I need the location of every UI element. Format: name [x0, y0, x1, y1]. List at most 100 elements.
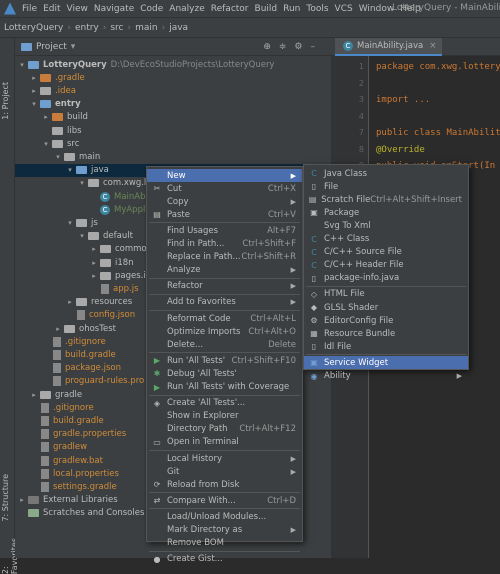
- menu-build[interactable]: Build: [255, 4, 278, 14]
- collapsed-arrow-icon[interactable]: ▸: [42, 113, 50, 121]
- tree-row[interactable]: ▾ entry: [15, 98, 331, 111]
- menu-item-find-in-path[interactable]: Find in Path... Ctrl+Shift+F: [147, 238, 302, 251]
- menu-item-package-info-java[interactable]: ▯ package-info.java: [304, 272, 468, 285]
- tree-row[interactable]: ▸ build: [15, 111, 331, 124]
- menu-item-cut[interactable]: ✂ Cut Ctrl+X: [147, 182, 302, 195]
- menu-item-java-class[interactable]: C Java Class: [304, 167, 468, 180]
- tree-row[interactable]: ▾ src: [15, 137, 331, 150]
- breadcrumb-item[interactable]: LotteryQuery: [4, 23, 63, 33]
- menu-item-reload-from-disk[interactable]: ⟳ Reload from Disk: [147, 478, 302, 491]
- menu-item-label: Replace in Path...: [167, 252, 241, 263]
- menu-item-local-history[interactable]: Local History ▶: [147, 452, 302, 465]
- editor-tab[interactable]: C MainAbility.java ×: [335, 38, 443, 56]
- breadcrumb-item[interactable]: src: [110, 23, 123, 33]
- menu-file[interactable]: File: [22, 4, 37, 14]
- menu-item-directory-path[interactable]: Directory Path Ctrl+Alt+F12: [147, 423, 302, 436]
- tree-row[interactable]: ▾ LotteryQuery D:\DevEcoStudioProjects\Lot…: [15, 58, 331, 71]
- menu-analyze[interactable]: Analyze: [169, 4, 204, 14]
- menu-item-run-all-tests[interactable]: ▶ Run 'All Tests' Ctrl+Shift+F10: [147, 354, 302, 367]
- menu-item-package[interactable]: ▣ Package: [304, 206, 468, 219]
- collapse-icon[interactable]: ≑: [279, 42, 295, 52]
- menu-item-c-c-source-file[interactable]: C C/C++ Source File: [304, 246, 468, 259]
- menu-item-resource-bundle[interactable]: ▦ Resource Bundle: [304, 327, 468, 340]
- menu-item-add-to-favorites[interactable]: Add to Favorites ▶: [147, 296, 302, 309]
- breadcrumb-item[interactable]: entry: [75, 23, 99, 33]
- locate-icon[interactable]: ⊕: [263, 42, 279, 52]
- expanded-arrow-icon[interactable]: ▾: [66, 166, 74, 174]
- chevron-down-icon[interactable]: ▾: [71, 42, 76, 52]
- menu-item-html-file[interactable]: ◇ HTML File: [304, 288, 468, 301]
- menu-item-scratch-file[interactable]: ▤ Scratch File Ctrl+Alt+Shift+Insert: [304, 193, 468, 206]
- menu-item-reformat-code[interactable]: Reformat Code Ctrl+Alt+L: [147, 312, 302, 325]
- structure-tool-window-button[interactable]: 7: Structure: [1, 474, 10, 522]
- menu-item-ability[interactable]: ◉ Ability ▶: [304, 370, 468, 383]
- expanded-arrow-icon[interactable]: ▾: [54, 153, 62, 161]
- menu-item-c-class[interactable]: C C++ Class: [304, 233, 468, 246]
- menu-item-service-widget[interactable]: ▣ Service Widget: [304, 356, 468, 370]
- menu-item-create-all-tests[interactable]: ◈ Create 'All Tests'...: [147, 397, 302, 410]
- menu-code[interactable]: Code: [140, 4, 163, 14]
- collapsed-arrow-icon[interactable]: ▸: [18, 496, 26, 504]
- expanded-arrow-icon[interactable]: ▾: [30, 100, 38, 108]
- expanded-arrow-icon[interactable]: ▾: [42, 140, 50, 148]
- menu-run[interactable]: Run: [283, 4, 300, 14]
- breadcrumb-item[interactable]: main: [135, 23, 158, 33]
- menu-window[interactable]: Window: [359, 4, 395, 14]
- menu-item-delete[interactable]: Delete... Delete: [147, 338, 302, 351]
- menu-item-editorconfig-file[interactable]: ⚙ EditorConfig File: [304, 314, 468, 327]
- menu-item-create-gist[interactable]: ● Create Gist...: [147, 553, 302, 566]
- collapsed-arrow-icon[interactable]: ▸: [66, 298, 74, 306]
- tree-row[interactable]: ▸ .gradle: [15, 71, 331, 84]
- breadcrumb-item[interactable]: java: [169, 23, 188, 33]
- menu-view[interactable]: View: [67, 4, 88, 14]
- menu-tools[interactable]: Tools: [306, 4, 328, 14]
- menu-item-replace-in-path[interactable]: Replace in Path... Ctrl+Shift+R: [147, 251, 302, 264]
- menu-item-idl-file[interactable]: ▯ Idl File: [304, 340, 468, 353]
- collapsed-arrow-icon[interactable]: ▸: [90, 245, 98, 253]
- menu-item-new[interactable]: New ▶: [147, 169, 302, 182]
- menu-item-copy[interactable]: Copy ▶: [147, 195, 302, 208]
- collapsed-arrow-icon[interactable]: ▸: [54, 325, 62, 333]
- menu-item-svg-to-xml[interactable]: Svg To Xml: [304, 219, 468, 232]
- menu-item-find-usages[interactable]: Find Usages Alt+F7: [147, 224, 302, 237]
- menu-item-c-c-header-file[interactable]: C C/C++ Header File: [304, 259, 468, 272]
- menu-item-debug-all-tests[interactable]: ✱ Debug 'All Tests': [147, 367, 302, 380]
- menu-navigate[interactable]: Navigate: [94, 4, 134, 14]
- collapsed-arrow-icon[interactable]: ▸: [30, 87, 38, 95]
- menu-item-label: C/C++ Header File: [324, 260, 404, 271]
- menu-item-compare-with[interactable]: ⇄ Compare With... Ctrl+D: [147, 494, 302, 507]
- collapsed-arrow-icon[interactable]: ▸: [30, 391, 38, 399]
- menu-item-load-unload-modules[interactable]: Load/Unload Modules...: [147, 510, 302, 523]
- tree-row[interactable]: libs: [15, 124, 331, 137]
- menu-refactor[interactable]: Refactor: [211, 4, 249, 14]
- collapsed-arrow-icon[interactable]: ▸: [90, 272, 98, 280]
- collapsed-arrow-icon[interactable]: ▸: [90, 259, 98, 267]
- menu-item-mark-directory-as[interactable]: Mark Directory as ▶: [147, 524, 302, 537]
- close-icon[interactable]: ×: [429, 41, 436, 51]
- gear-icon[interactable]: ⚙: [294, 42, 310, 52]
- menu-item-open-in-terminal[interactable]: ▭ Open in Terminal: [147, 436, 302, 449]
- expanded-arrow-icon[interactable]: ▾: [66, 219, 74, 227]
- hide-icon[interactable]: –: [311, 42, 324, 52]
- menu-item-refactor[interactable]: Refactor ▶: [147, 280, 302, 293]
- menu-item-show-in-explorer[interactable]: Show in Explorer: [147, 410, 302, 423]
- menu-edit[interactable]: Edit: [43, 4, 60, 14]
- menu-item-analyze[interactable]: Analyze ▶: [147, 264, 302, 277]
- menu-item-file[interactable]: ▯ File: [304, 180, 468, 193]
- expanded-arrow-icon[interactable]: ▾: [78, 232, 86, 240]
- menu-item-optimize-imports[interactable]: Optimize Imports Ctrl+Alt+O: [147, 325, 302, 338]
- project-pane-title[interactable]: Project: [36, 42, 67, 52]
- tree-row[interactable]: ▸ .idea: [15, 84, 331, 97]
- collapsed-arrow-icon[interactable]: ▸: [30, 74, 38, 82]
- menu-item-remove-bom[interactable]: Remove BOM: [147, 537, 302, 550]
- menu-item-git[interactable]: Git ▶: [147, 465, 302, 478]
- tree-row[interactable]: ▾ main: [15, 150, 331, 163]
- menu-vcs[interactable]: VCS: [335, 4, 353, 14]
- project-tool-window-button[interactable]: 1: Project: [1, 82, 10, 120]
- menu-item-glsl-shader[interactable]: ◆ GLSL Shader: [304, 301, 468, 314]
- expanded-arrow-icon[interactable]: ▾: [78, 179, 86, 187]
- menu-item-label: Load/Unload Modules...: [167, 511, 267, 522]
- menu-item-paste[interactable]: ▤ Paste Ctrl+V: [147, 208, 302, 221]
- menu-item-run-all-tests-with-coverage[interactable]: ▶ Run 'All Tests' with Coverage: [147, 381, 302, 394]
- expanded-arrow-icon[interactable]: ▾: [18, 61, 26, 69]
